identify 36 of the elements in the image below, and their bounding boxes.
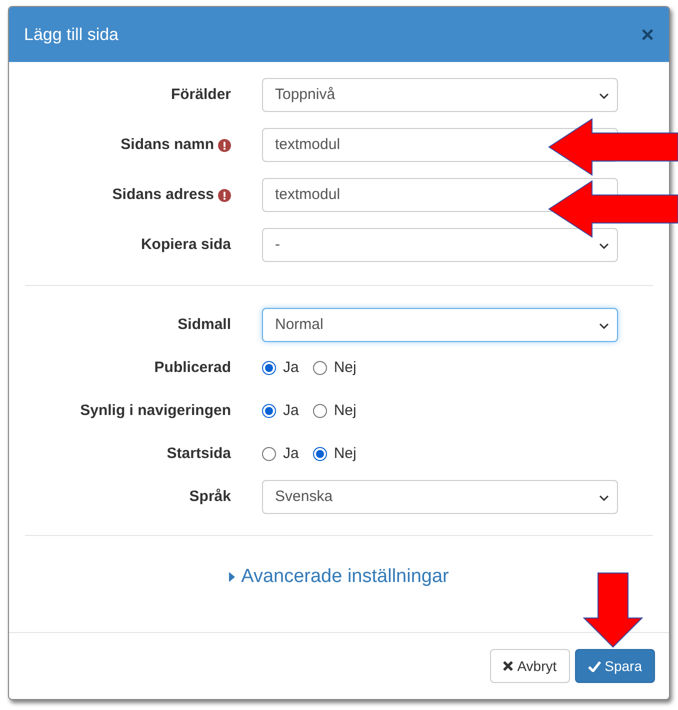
- chevron-down-icon: [599, 243, 609, 249]
- field-label: Språk: [189, 486, 231, 507]
- advanced-settings-link[interactable]: Avancerade inställningar: [229, 563, 449, 592]
- radio-label: Ja: [283, 444, 299, 464]
- close-icon: [503, 661, 514, 671]
- dialog-title: Lägg till sida: [24, 24, 119, 46]
- field-label: Förälder: [170, 84, 231, 105]
- field-label: Sidmall: [178, 314, 231, 335]
- chevron-down-icon: [599, 323, 609, 329]
- radio-button[interactable]: [312, 447, 327, 461]
- caret-right-icon: [229, 572, 236, 582]
- radio-label: Nej: [334, 444, 356, 464]
- select-field[interactable]: Normal: [262, 308, 618, 342]
- field-label: Sidans namn: [120, 134, 214, 155]
- radio-button[interactable]: [312, 404, 327, 418]
- radio-label: Nej: [334, 400, 356, 421]
- radio-button[interactable]: [262, 404, 276, 418]
- field-label: Startsida: [166, 444, 231, 464]
- field-label: Synlig i navigeringen: [80, 400, 231, 421]
- chevron-down-icon: [599, 93, 609, 99]
- save-button[interactable]: Spara: [574, 649, 655, 683]
- radio-button[interactable]: [262, 361, 276, 375]
- field-label: Kopiera sida: [140, 234, 231, 255]
- radio-label: Ja: [283, 400, 299, 421]
- radio-button[interactable]: [312, 361, 327, 375]
- field-label: Sidans adress: [112, 184, 214, 205]
- chevron-down-icon: [599, 495, 609, 501]
- radio-label: Nej: [334, 358, 356, 378]
- select-field[interactable]: Svenska: [262, 480, 618, 514]
- field-label: Publicerad: [154, 358, 231, 378]
- radio-button[interactable]: [262, 447, 276, 461]
- radio-label: Ja: [283, 358, 299, 378]
- cancel-button[interactable]: Avbryt: [490, 649, 570, 683]
- select-field[interactable]: Toppnivå: [262, 78, 618, 112]
- select-field[interactable]: -: [262, 228, 618, 262]
- check-icon: [588, 660, 601, 672]
